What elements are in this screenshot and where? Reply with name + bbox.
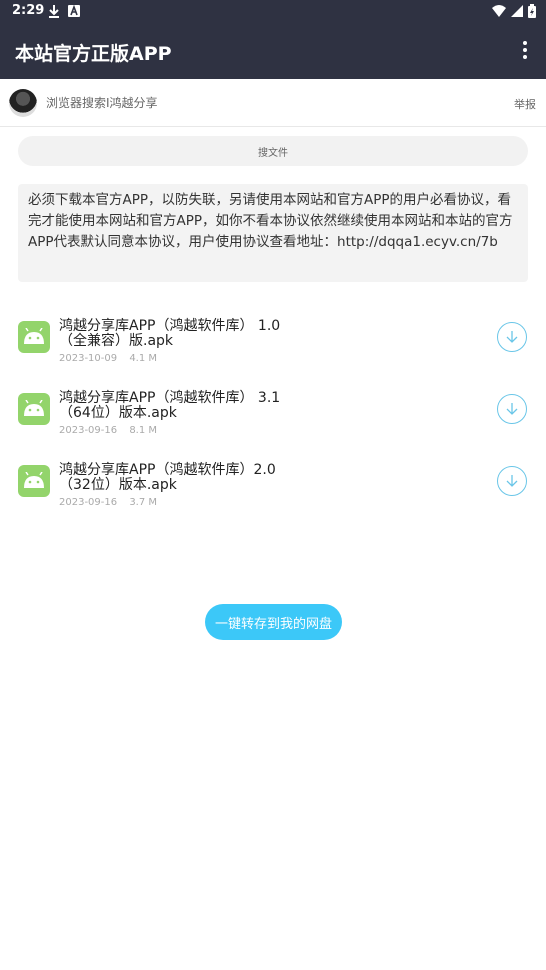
notice-box: 必须下载本官方APP，以防失联，另请使用本网站和官方APP的用户必看协议，看完才… (18, 184, 528, 282)
wifi-icon (492, 5, 506, 17)
file-size: 4.1 M (129, 353, 158, 364)
file-meta: 2023-09-16 3.7 M (59, 497, 166, 508)
file-size: 8.1 M (129, 425, 158, 436)
download-icon[interactable] (497, 466, 527, 496)
file-date: 2023-09-16 (59, 497, 118, 508)
file-name[interactable]: 鸿越分享库APP（鸿越软件库） 3.1 （64位）版本.apk (59, 391, 299, 421)
file-date: 2023-10-09 (59, 353, 118, 364)
search-placeholder: 搜文件 (258, 147, 288, 159)
file-meta: 2023-10-09 4.1 M (59, 353, 166, 364)
report-link[interactable]: 举报 (514, 96, 536, 112)
save-to-drive-button[interactable]: 一键转存到我的网盘 (205, 604, 342, 640)
battery-icon (528, 4, 536, 18)
search-input[interactable]: 搜文件 (18, 136, 528, 166)
notification-a-icon (68, 5, 80, 17)
user-row: 浏览器搜索I鸿越分享 举报 (0, 79, 546, 127)
download-status-icon (49, 5, 59, 18)
status-bar: 2:29 (0, 0, 546, 24)
signal-icon (511, 5, 523, 17)
file-list: 鸿越分享库APP（鸿越软件库） 1.0 （全兼容）版.apk 2023-10-0… (0, 315, 546, 531)
list-item[interactable]: 鸿越分享库APP（鸿越软件库）2.0 （32位）版本.apk 2023-09-1… (0, 459, 546, 531)
list-item[interactable]: 鸿越分享库APP（鸿越软件库） 3.1 （64位）版本.apk 2023-09-… (0, 387, 546, 459)
file-meta: 2023-09-16 8.1 M (59, 425, 166, 436)
download-icon[interactable] (497, 394, 527, 424)
list-item[interactable]: 鸿越分享库APP（鸿越软件库） 1.0 （全兼容）版.apk 2023-10-0… (0, 315, 546, 387)
download-icon[interactable] (497, 322, 527, 352)
user-name[interactable]: 浏览器搜索I鸿越分享 (46, 94, 158, 111)
file-date: 2023-09-16 (59, 425, 118, 436)
page-title: 本站官方正版APP (15, 43, 172, 65)
android-apk-icon (18, 321, 50, 353)
file-name[interactable]: 鸿越分享库APP（鸿越软件库） 1.0 （全兼容）版.apk (59, 319, 299, 349)
app-bar: 本站官方正版APP (0, 24, 546, 79)
avatar[interactable] (9, 89, 37, 117)
file-size: 3.7 M (129, 497, 158, 508)
file-name[interactable]: 鸿越分享库APP（鸿越软件库）2.0 （32位）版本.apk (59, 463, 299, 493)
more-options-icon[interactable] (522, 41, 528, 63)
notice-text: 必须下载本官方APP，以防失联，另请使用本网站和官方APP的用户必看协议，看完才… (28, 192, 513, 250)
android-apk-icon (18, 465, 50, 497)
status-time: 2:29 (12, 3, 45, 18)
android-apk-icon (18, 393, 50, 425)
